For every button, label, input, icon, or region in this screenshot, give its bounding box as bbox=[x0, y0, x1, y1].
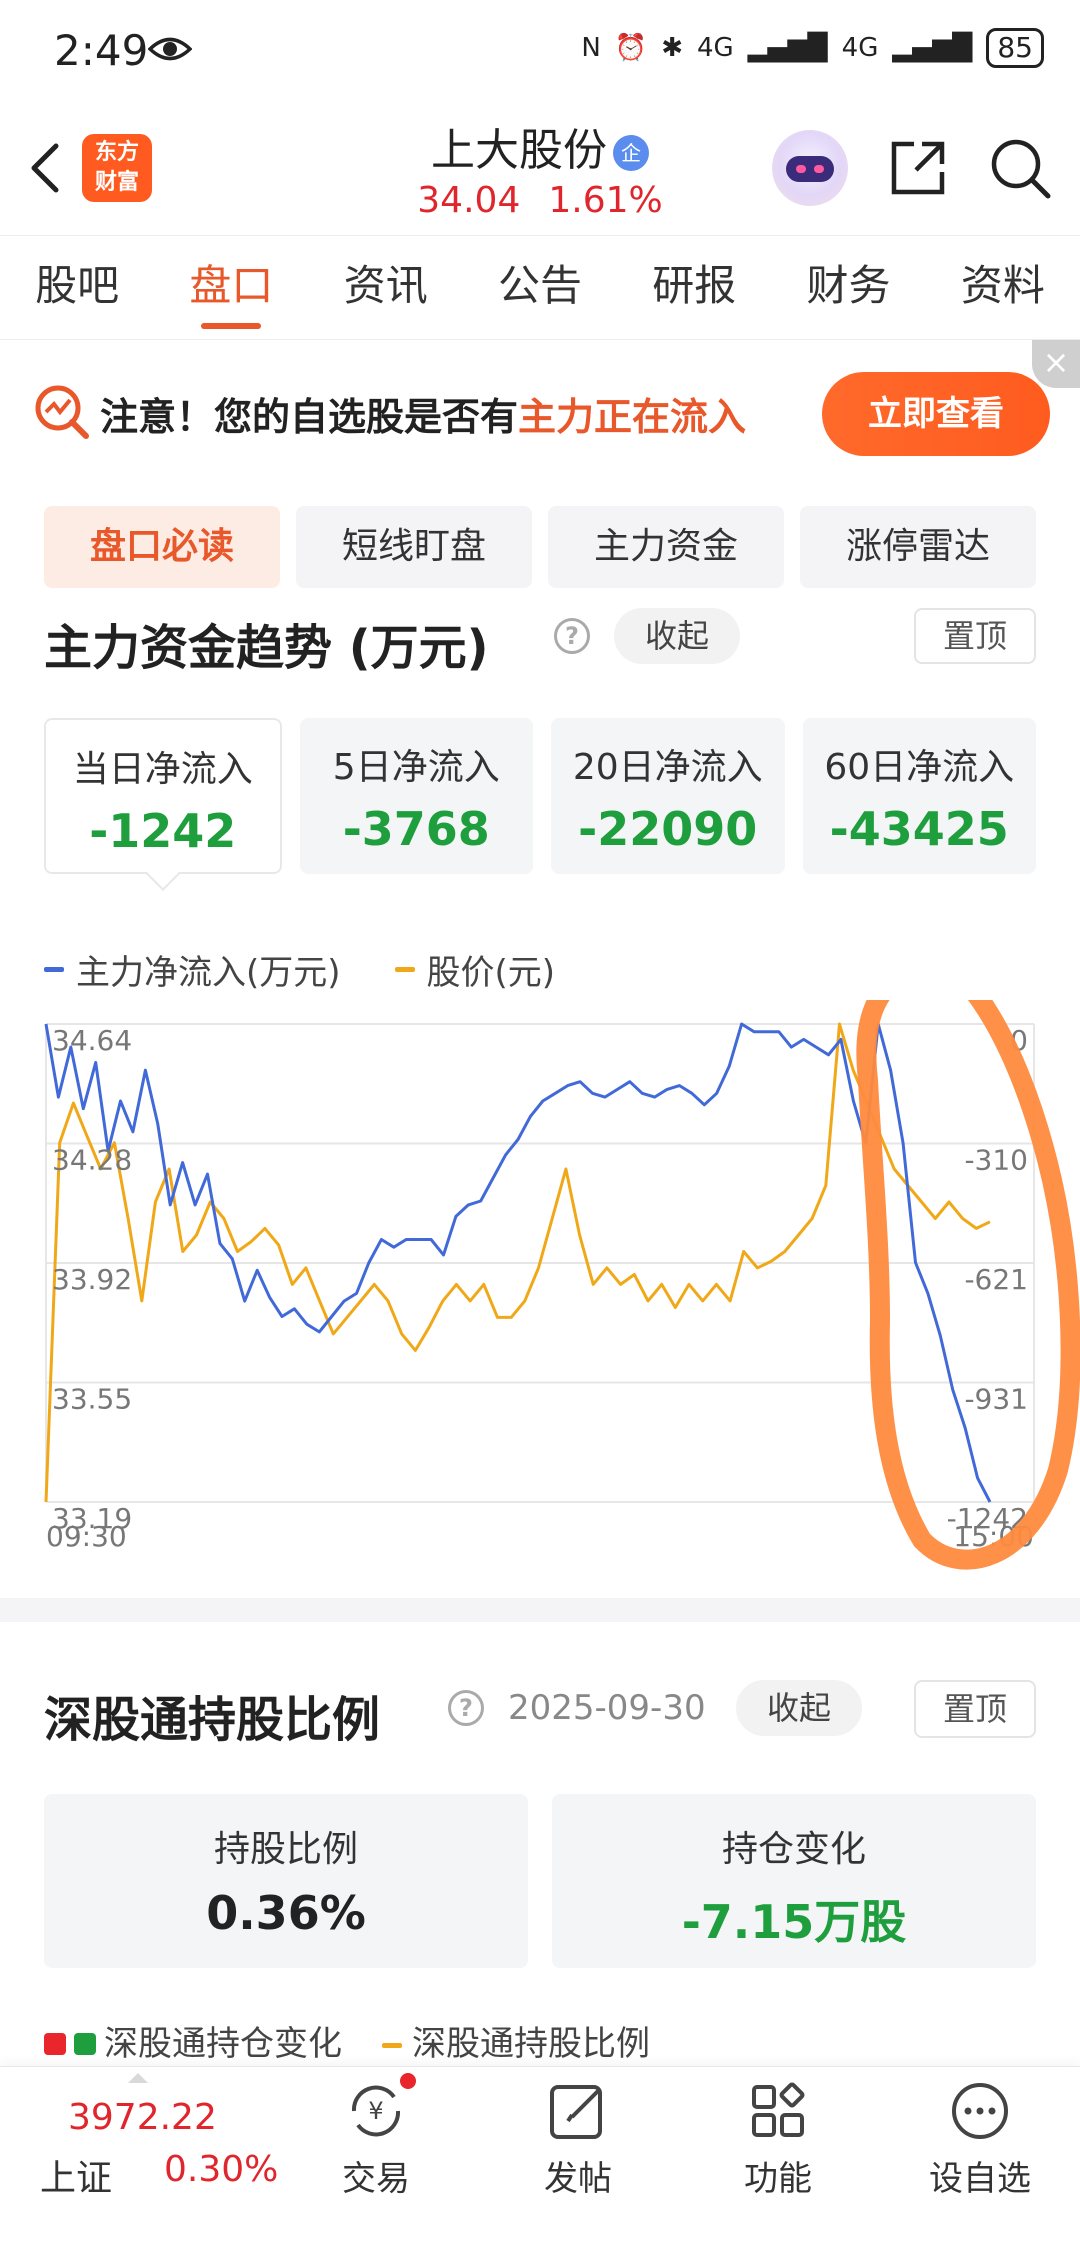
chart-legend: 主力净流入(万元) 股价(元) bbox=[44, 945, 555, 994]
subtab-must-read[interactable]: 盘口必读 bbox=[44, 506, 280, 588]
grid-icon bbox=[746, 2079, 810, 2143]
fund-trend-chart: 34.6434.2833.9233.5533.190-310-621-931-1… bbox=[44, 1000, 1080, 1570]
share-icon[interactable] bbox=[886, 136, 950, 200]
nav-features[interactable]: 功能 bbox=[708, 2079, 848, 2200]
nfc-icon: N bbox=[581, 33, 601, 63]
collapse-button[interactable]: 收起 bbox=[614, 608, 740, 664]
yen-exchange-icon: ¥ bbox=[344, 2073, 416, 2143]
subtab-short-term[interactable]: 短线盯盘 bbox=[296, 506, 532, 588]
nav-add-watchlist[interactable]: 设自选 bbox=[910, 2079, 1050, 2200]
tab-announcement[interactable]: 公告 bbox=[463, 236, 617, 339]
x-start-label: 09:30 bbox=[46, 1520, 127, 1553]
legend-hold-ratio: 深股通持股比例 bbox=[382, 2016, 650, 2065]
tab-profile[interactable]: 资料 bbox=[926, 236, 1080, 339]
subtab-limit-radar[interactable]: 涨停雷达 bbox=[800, 506, 1036, 588]
enterprise-badge: 企 bbox=[613, 135, 649, 171]
right-tick-label: -931 bbox=[964, 1383, 1028, 1416]
view-now-button[interactable]: 立即查看 bbox=[822, 372, 1050, 456]
battery-icon: 85 bbox=[986, 28, 1044, 68]
legend-flow: 主力净流入(万元) bbox=[44, 945, 341, 994]
status-time: 2:49 bbox=[54, 26, 149, 75]
svg-text:¥: ¥ bbox=[368, 2097, 383, 2125]
search-icon[interactable] bbox=[988, 136, 1052, 200]
tab-finance[interactable]: 财务 bbox=[771, 236, 925, 339]
flow-card-today[interactable]: 当日净流入 -1242 bbox=[44, 718, 282, 874]
trend-magnifier-icon bbox=[35, 385, 89, 439]
right-tick-label: -310 bbox=[964, 1144, 1028, 1177]
nav-post[interactable]: 发帖 bbox=[508, 2079, 648, 2200]
hold-cards: 持股比例 0.36% 持仓变化 -7.15万股 bbox=[44, 1794, 1036, 1968]
signal-icon-1: 4G bbox=[696, 33, 734, 63]
stock-name: 上大股份 bbox=[431, 125, 607, 176]
notification-dot bbox=[400, 2073, 416, 2089]
signal-bars-icon-1: ▂▄▆█ bbox=[747, 33, 828, 63]
hold-legend: 深股通持仓变化 深股通持股比例 bbox=[44, 2016, 650, 2065]
net-inflow-cards: 当日净流入 -1242 5日净流入 -3768 20日净流入 -22090 60… bbox=[44, 718, 1036, 874]
banner-text: 注意！您的自选股是否有主力正在流入 bbox=[100, 395, 747, 439]
left-tick-label: 34.64 bbox=[52, 1024, 132, 1057]
flow-card-60d[interactable]: 60日净流入 -43425 bbox=[802, 718, 1036, 874]
section-divider bbox=[0, 1598, 1080, 1622]
right-tick-label: -621 bbox=[964, 1263, 1028, 1296]
left-tick-label: 34.28 bbox=[52, 1144, 132, 1177]
edit-icon bbox=[546, 2079, 610, 2143]
hold-ratio-title: 深股通持股比例 bbox=[44, 1692, 381, 1748]
flow-card-20d[interactable]: 20日净流入 -22090 bbox=[551, 718, 785, 874]
index-name[interactable]: 上证 bbox=[40, 2149, 112, 2201]
left-tick-label: 33.92 bbox=[52, 1263, 132, 1296]
signal-bars-icon-2: ▂▄▆█ bbox=[892, 33, 973, 63]
left-tick-label: 33.55 bbox=[52, 1383, 132, 1416]
collapse-button-2[interactable]: 收起 bbox=[736, 1680, 862, 1736]
index-value[interactable]: 3972.22 bbox=[68, 2097, 217, 2138]
index-expand-icon[interactable] bbox=[128, 2073, 148, 2083]
status-bar: 2:49 N ⏰ ✱ 4G ▂▄▆█ 4G ▂▄▆█ 85 bbox=[0, 0, 1080, 100]
stock-change-pct: 1.61% bbox=[548, 180, 663, 221]
tab-pankou[interactable]: 盘口 bbox=[154, 236, 308, 339]
nav-trade[interactable]: ¥ 交易 bbox=[306, 2073, 446, 2200]
more-icon bbox=[948, 2079, 1012, 2143]
fund-trend-title: 主力资金趋势 (万元) bbox=[44, 620, 489, 676]
status-icons: N ⏰ ✱ 4G ▂▄▆█ 4G ▂▄▆█ 85 bbox=[581, 28, 1044, 68]
alarm-icon: ⏰ bbox=[614, 33, 648, 63]
hold-ratio-card: 持股比例 0.36% bbox=[44, 1794, 528, 1968]
pankou-subtabs: 盘口必读 短线盯盘 主力资金 涨停雷达 bbox=[44, 506, 1036, 588]
close-icon[interactable]: × bbox=[1032, 340, 1080, 388]
index-change[interactable]: 0.30% bbox=[164, 2149, 278, 2190]
tab-research[interactable]: 研报 bbox=[617, 236, 771, 339]
tab-news[interactable]: 资讯 bbox=[309, 236, 463, 339]
legend-price: 股价(元) bbox=[394, 945, 555, 994]
bluetooth-icon: ✱ bbox=[661, 33, 683, 63]
app-header: 东方 财富 上大股份企 34.04 1.61% bbox=[0, 100, 1080, 235]
subtab-main-funds[interactable]: 主力资金 bbox=[548, 506, 784, 588]
ai-assistant-icon[interactable] bbox=[772, 130, 848, 206]
tab-guba[interactable]: 股吧 bbox=[0, 236, 154, 339]
bottom-nav: 3972.22 上证 0.30% ¥ 交易 发帖 功能 设自选 bbox=[0, 2066, 1080, 2244]
hold-change-card: 持仓变化 -7.15万股 bbox=[552, 1794, 1036, 1968]
signal-icon-2: 4G bbox=[841, 33, 879, 63]
eye-icon bbox=[148, 37, 192, 61]
flow-card-5d[interactable]: 5日净流入 -3768 bbox=[299, 718, 533, 874]
stock-tabs: 股吧 盘口 资讯 公告 研报 财务 资料 bbox=[0, 235, 1080, 340]
pin-top-button[interactable]: 置顶 bbox=[914, 608, 1036, 664]
legend-hold-change: 深股通持仓变化 bbox=[44, 2016, 342, 2065]
hold-date: 2025-09-30 bbox=[508, 1688, 706, 1728]
pin-top-button-2[interactable]: 置顶 bbox=[914, 1680, 1036, 1738]
promo-banner: × 注意！您的自选股是否有主力正在流入 立即查看 bbox=[0, 340, 1080, 475]
help-icon[interactable]: ? bbox=[554, 618, 590, 654]
help-icon-2[interactable]: ? bbox=[448, 1690, 484, 1726]
stock-price: 34.04 bbox=[417, 180, 521, 221]
